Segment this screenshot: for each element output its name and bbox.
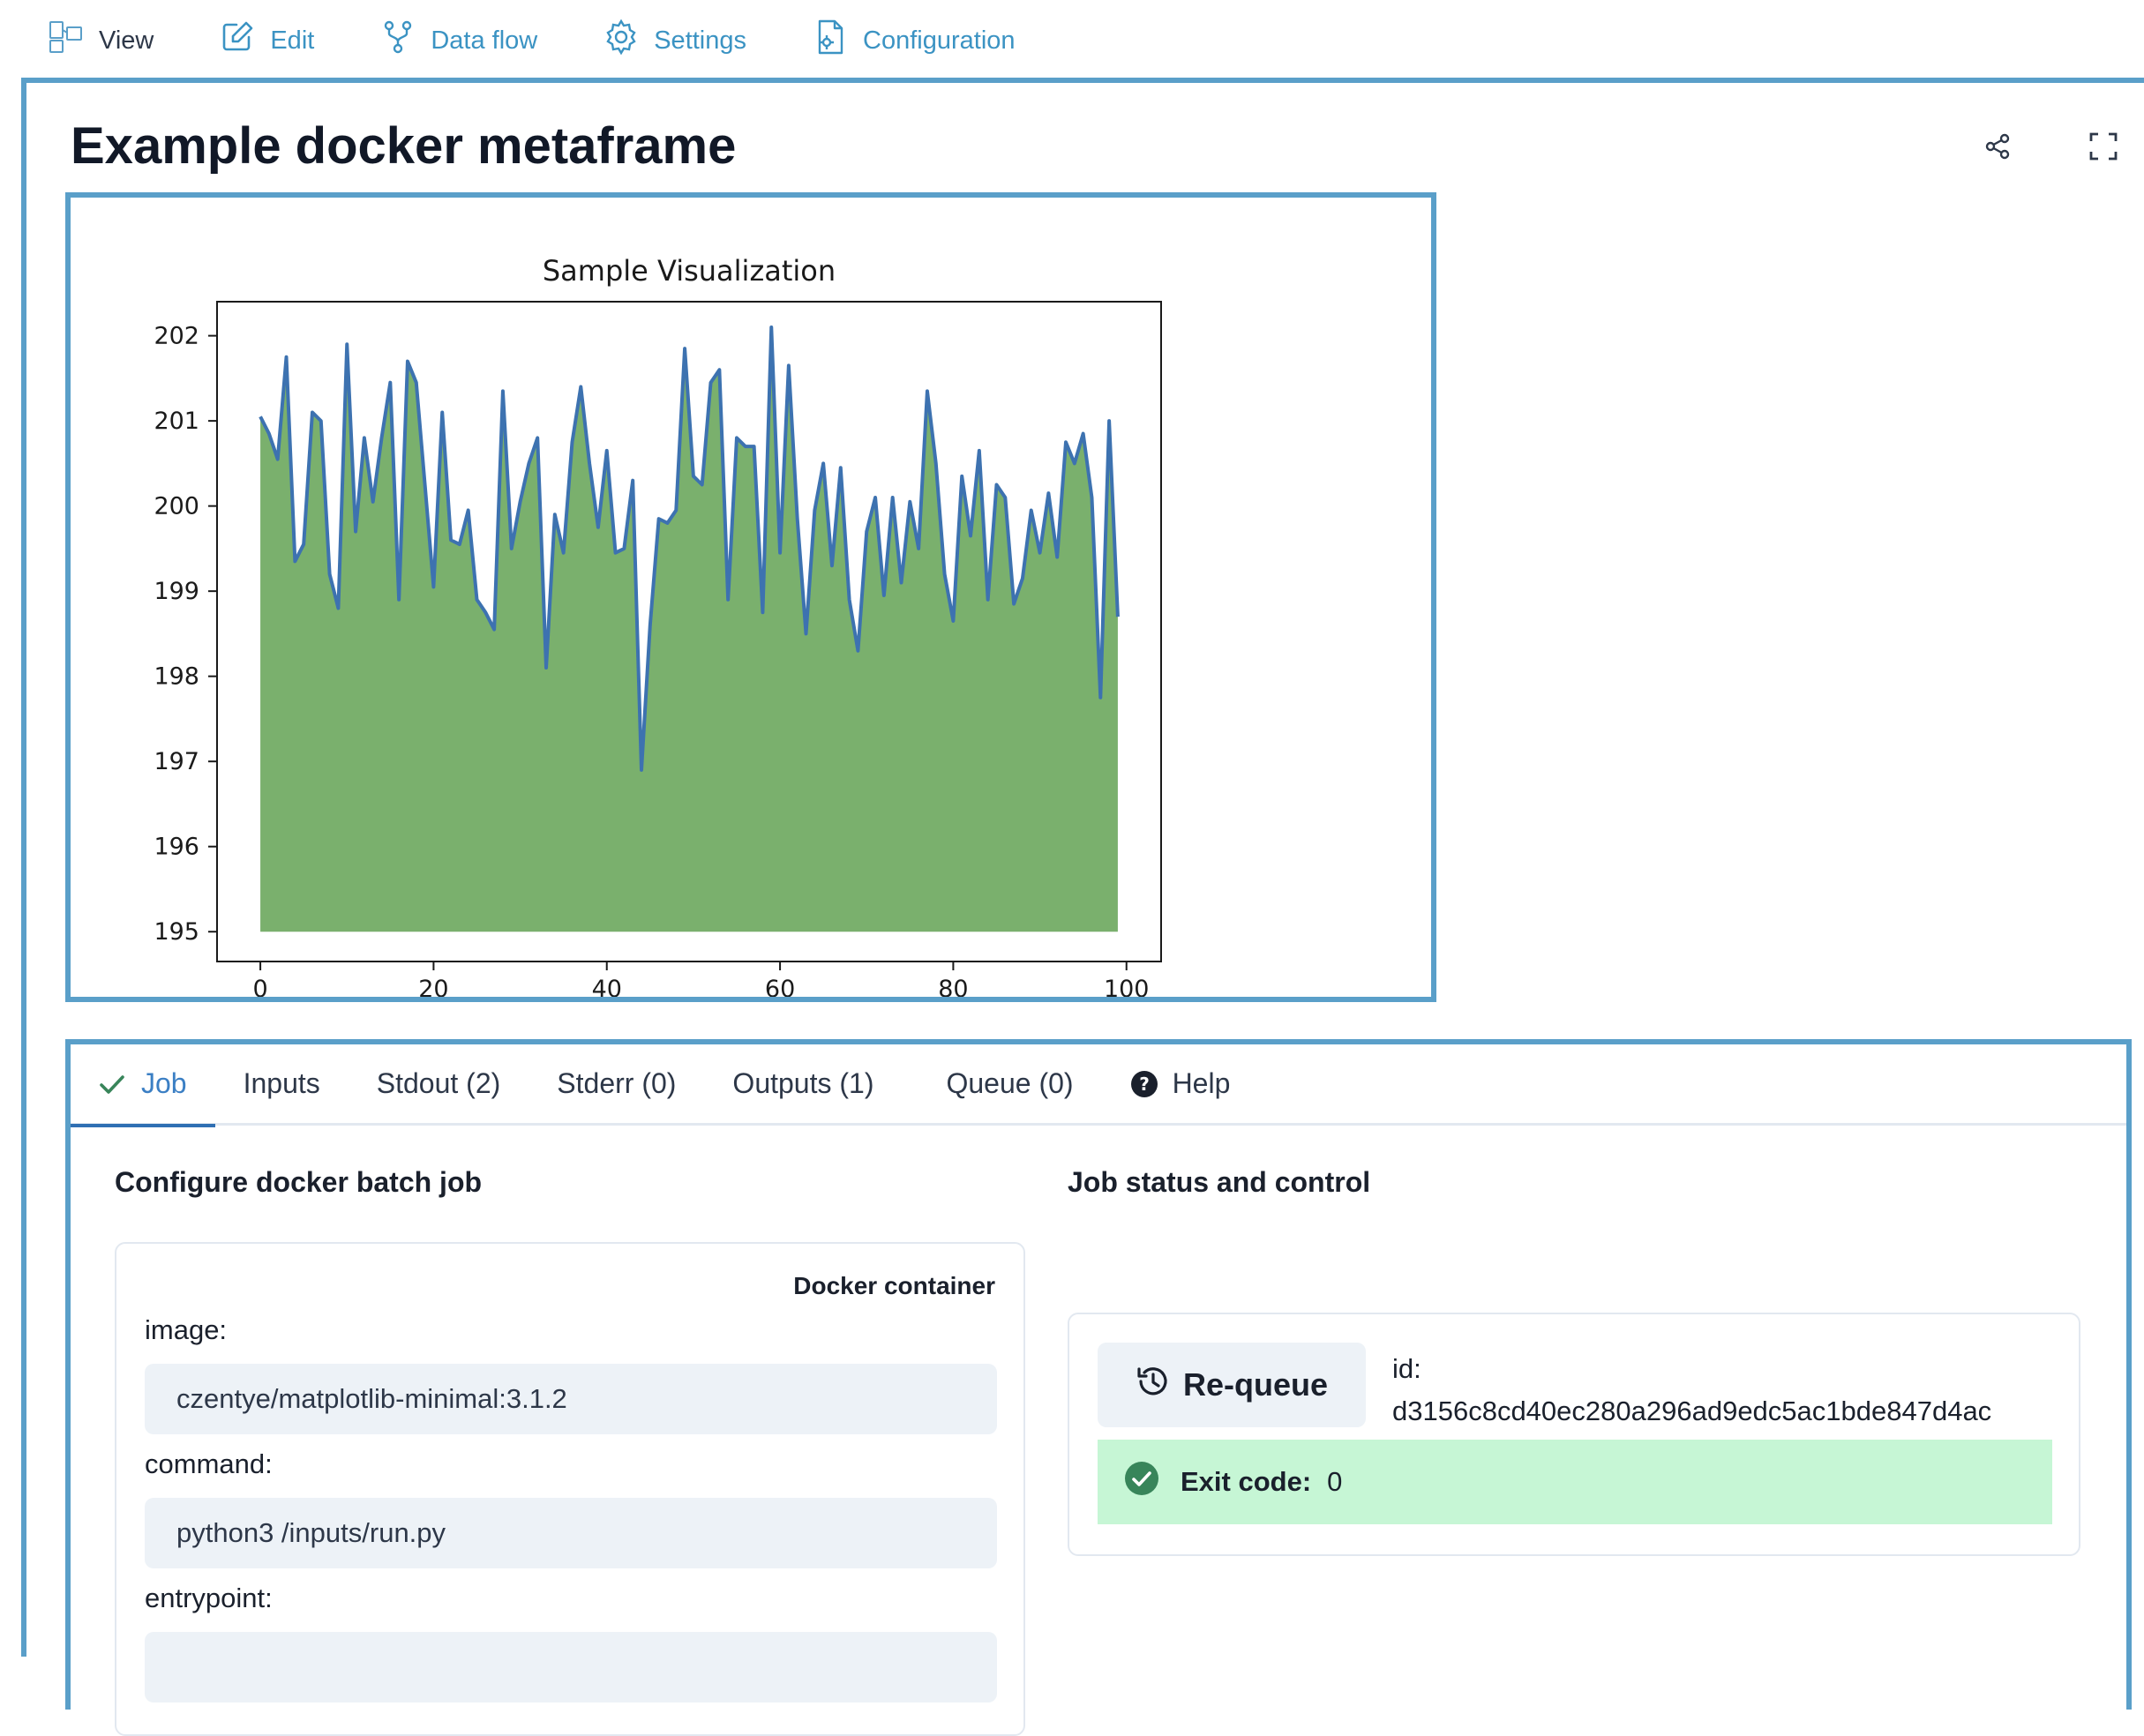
y-tick-label: 197 — [154, 748, 199, 775]
tab-queue[interactable]: Queue (0) — [918, 1044, 1101, 1125]
nav-edit[interactable]: Edit — [219, 19, 314, 63]
command-label: command: — [145, 1448, 273, 1480]
image-field[interactable]: czentye/matplotlib-minimal:3.1.2 — [145, 1364, 997, 1434]
nav-settings[interactable]: Settings — [603, 19, 746, 63]
nav-data-flow-label: Data flow — [431, 26, 537, 56]
exit-code-label: Exit code: — [1181, 1466, 1311, 1498]
tab-stderr-label: Stderr (0) — [557, 1067, 676, 1100]
chart: Sample Visualization 0 20 40 60 80 100 195 196 19… — [71, 198, 1431, 997]
nav-settings-label: Settings — [654, 26, 746, 56]
job-panel: Job Inputs Stdout (2) Stderr (0) Outputs… — [65, 1039, 2132, 1710]
chart-panel: Sample Visualization 0 20 40 60 80 100 195 196 19… — [65, 192, 1436, 1002]
job-id-label: id: — [1392, 1348, 1991, 1390]
x-tick-label: 100 — [1104, 976, 1150, 997]
tab-stdout-label: Stdout (2) — [377, 1067, 501, 1100]
nav-edit-label: Edit — [270, 26, 314, 56]
tab-stderr[interactable]: Stderr (0) — [529, 1044, 704, 1125]
fullscreen-icon[interactable] — [2088, 131, 2119, 162]
svg-text:?: ? — [1139, 1074, 1150, 1095]
nav-configuration[interactable]: Configuration — [812, 19, 1016, 63]
x-tick-label: 60 — [765, 976, 795, 997]
configure-title: Configure docker batch job — [115, 1166, 482, 1199]
x-tick-label: 40 — [592, 976, 622, 997]
y-tick-label: 202 — [154, 323, 199, 350]
tab-job-label: Job — [141, 1067, 187, 1100]
tab-stdout[interactable]: Stdout (2) — [349, 1044, 529, 1125]
y-tick-label: 198 — [154, 663, 199, 691]
y-tick-label: 199 — [154, 578, 199, 605]
x-tick-label: 0 — [252, 976, 267, 997]
y-tick-label: 195 — [154, 918, 199, 946]
success-check-icon — [1124, 1461, 1181, 1503]
job-status-title: Job status and control — [1068, 1166, 1370, 1199]
job-id: id: d3156c8cd40ec280a296ad9edc5ac1bde847… — [1392, 1348, 1991, 1433]
help-icon: ? — [1130, 1070, 1158, 1098]
job-id-value: d3156c8cd40ec280a296ad9edc5ac1bde847d4ac — [1392, 1390, 1991, 1433]
docker-container-card: Docker container image: czentye/matplotl… — [115, 1242, 1025, 1736]
nav-configuration-label: Configuration — [863, 26, 1016, 56]
tab-queue-label: Queue (0) — [946, 1067, 1073, 1100]
tab-outputs[interactable]: Outputs (1) — [704, 1044, 902, 1125]
y-tick-label: 201 — [154, 408, 199, 435]
y-tick-label: 196 — [154, 834, 199, 861]
check-icon — [97, 1069, 127, 1099]
command-field[interactable]: python3 /inputs/run.py — [145, 1498, 997, 1568]
tab-job[interactable]: Job — [71, 1044, 215, 1125]
view-icon — [48, 19, 99, 63]
tab-inputs-label: Inputs — [244, 1067, 320, 1100]
data-flow-icon — [379, 19, 431, 63]
nav-view[interactable]: View — [48, 19, 154, 63]
requeue-label: Re-queue — [1183, 1366, 1328, 1403]
x-tick-label: 80 — [938, 976, 968, 997]
configuration-icon — [812, 19, 863, 63]
settings-icon — [603, 19, 654, 63]
job-tabs: Job Inputs Stdout (2) Stderr (0) Outputs… — [71, 1044, 2126, 1126]
entrypoint-field[interactable] — [145, 1632, 997, 1702]
share-icon[interactable] — [1982, 131, 2013, 162]
image-label: image: — [145, 1314, 227, 1346]
chart-title: Sample Visualization — [543, 254, 836, 288]
page-title: Example docker metaframe — [71, 116, 736, 176]
nav-view-label: View — [99, 26, 154, 56]
exit-code-value: 0 — [1327, 1466, 1342, 1498]
history-icon — [1136, 1364, 1183, 1407]
tab-outputs-label: Outputs (1) — [732, 1067, 873, 1100]
exit-code-status: Exit code: 0 — [1098, 1440, 2052, 1524]
job-status-card: Re-queue id: d3156c8cd40ec280a296ad9edc5… — [1068, 1313, 2080, 1556]
docker-container-caption: Docker container — [793, 1272, 995, 1300]
requeue-button[interactable]: Re-queue — [1098, 1343, 1366, 1427]
tab-help-label: Help — [1173, 1067, 1231, 1100]
y-tick-label: 200 — [154, 493, 199, 520]
tab-help[interactable]: ? Help — [1102, 1044, 1259, 1125]
entrypoint-label: entrypoint: — [145, 1583, 273, 1614]
nav-data-flow[interactable]: Data flow — [379, 19, 537, 63]
edit-icon — [219, 19, 270, 63]
x-tick-label: 20 — [418, 976, 448, 997]
top-nav: View Edit Data flow Settings — [0, 0, 2144, 81]
tab-inputs[interactable]: Inputs — [215, 1044, 349, 1125]
